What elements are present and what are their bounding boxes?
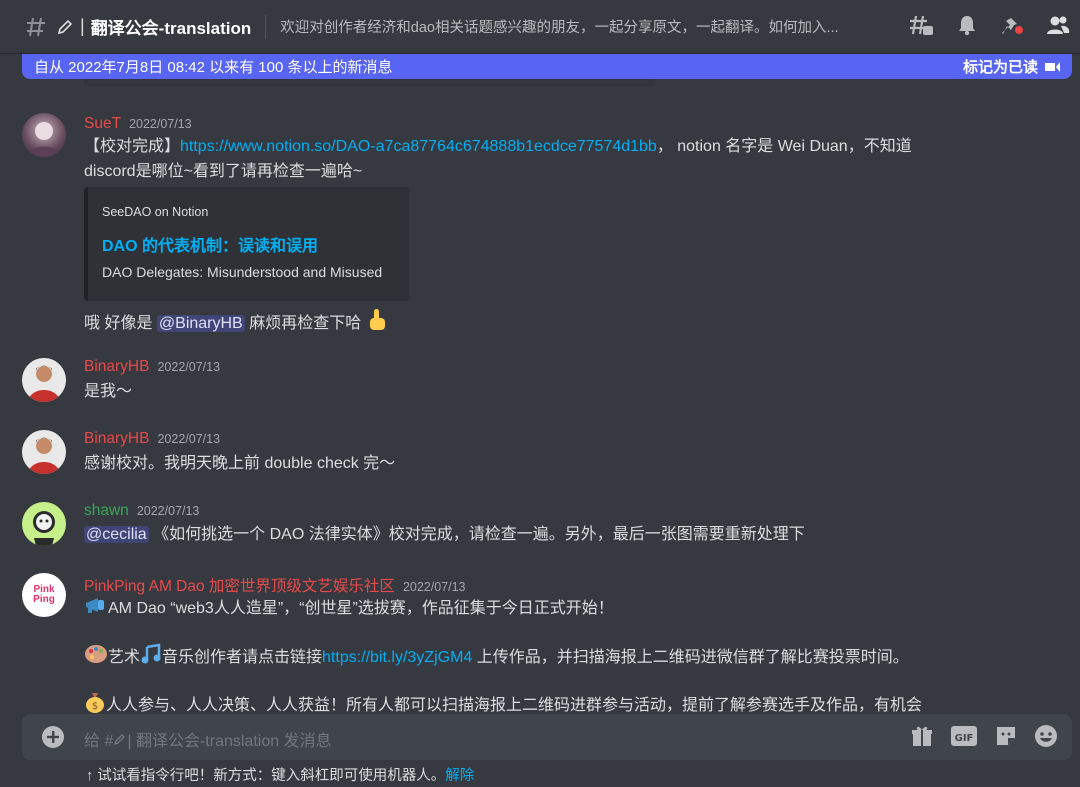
username[interactable]: BinaryHB xyxy=(84,430,149,447)
dismiss-link[interactable]: 解除 xyxy=(445,768,474,784)
message-composer[interactable]: 给 # | 翻译公会-translation 发消息 GIF xyxy=(22,714,1072,760)
member-list-icon[interactable] xyxy=(1046,14,1070,41)
message-text: 感谢校对。我明天晚上前 double check 完～ xyxy=(84,455,396,472)
avatar[interactable] xyxy=(22,358,66,402)
arrow-up-icon: ↑ xyxy=(86,768,94,784)
message-text: 上传作品，并扫描海报上二维码进微信群了解比赛投票时间。 xyxy=(472,649,909,667)
notion-link[interactable]: https://www.notion.so/DAO-a7ca87764c6748… xyxy=(180,138,657,155)
avatar-logo-text: Pink Ping xyxy=(33,584,55,605)
text-channel-icon xyxy=(24,15,48,39)
message-header: shawn 2022/07/13 xyxy=(84,502,199,520)
mark-read-icon xyxy=(1045,61,1060,72)
username[interactable]: PinkPing AM Dao 加密世界顶级文艺娱乐社区 xyxy=(84,578,395,595)
timestamp: 2022/07/13 xyxy=(402,580,466,594)
embed-title[interactable]: DAO 的代表机制：误读和误用 xyxy=(102,232,318,256)
channel-topic[interactable]: 欢迎对创作者经济和dao相关话题感兴趣的朋友，一起分享原文，一起翻译。如何加入.… xyxy=(280,16,880,37)
header-pipe: | xyxy=(80,16,85,36)
pointing-up-emoji-icon xyxy=(366,308,388,340)
svg-text:$: $ xyxy=(92,701,98,712)
link-embed: SeeDAO on Notion DAO 的代表机制：误读和误用 DAO Del… xyxy=(84,187,409,301)
username[interactable]: shawn xyxy=(84,502,129,519)
avatar[interactable] xyxy=(22,502,66,546)
timestamp: 2022/07/13 xyxy=(129,117,192,131)
message-text: 艺术 xyxy=(108,649,141,667)
add-attachment-icon[interactable] xyxy=(42,726,64,753)
sticker-icon[interactable] xyxy=(994,724,1018,753)
header-divider xyxy=(265,14,267,39)
message-header: PinkPing AM Dao 加密世界顶级文艺娱乐社区 2022/07/13 xyxy=(84,574,466,596)
message-text: 音乐创作者请点击链接 xyxy=(162,649,323,667)
new-messages-bar[interactable]: 自从 2022年7月8日 08:42 以来有 100 条以上的新消息 标记为已读 xyxy=(22,54,1072,79)
channel-name: 翻译公会-translation xyxy=(90,19,252,38)
new-messages-text: 自从 2022年7月8日 08:42 以来有 100 条以上的新消息 xyxy=(34,59,393,76)
message-content-line: 哦 好像是 @BinaryHB 麻烦再检查下哈 xyxy=(84,308,388,340)
user-mention[interactable]: @BinaryHB xyxy=(156,315,245,333)
message-text: 麻烦再检查下哈 xyxy=(249,315,362,333)
message-text: 人人参与、人人决策、人人获益！所有人都可以扫描海报上二维码进群参与活动，提前了解… xyxy=(106,697,923,715)
message-header: BinaryHB 2022/07/13 xyxy=(84,430,220,448)
notification-bell-icon[interactable] xyxy=(956,14,978,41)
username[interactable]: BinaryHB xyxy=(84,358,149,375)
message-header: SueT 2022/07/13 xyxy=(84,115,192,133)
username[interactable]: SueT xyxy=(84,115,121,132)
placeholder-text: 给 # xyxy=(84,733,114,750)
timestamp: 2022/07/13 xyxy=(157,360,221,374)
mark-as-read-button[interactable]: 标记为已读 xyxy=(963,56,1060,77)
message-content-line: AM Dao “web3人人造星”，“创世星”选拔赛，作品征集于今日正式开始！ xyxy=(84,595,614,623)
avatar[interactable] xyxy=(22,113,66,157)
avatar[interactable] xyxy=(22,430,66,474)
tip-text: 试试看指令行吧！新方式：键入斜杠即可使用机器人。 xyxy=(97,768,446,784)
header-toolbar xyxy=(908,0,1070,54)
pencil-icon xyxy=(56,18,74,36)
message-text: 【校对完成】 xyxy=(84,138,181,155)
message-input[interactable]: 给 # | 翻译公会-translation 发消息 xyxy=(84,727,332,751)
message-header: BinaryHB 2022/07/13 xyxy=(84,358,220,376)
composer-tools: GIF xyxy=(910,724,1058,753)
message-content-line: discord是哪位~看到了请再检查一遍哈~ xyxy=(84,163,363,180)
pencil-icon xyxy=(113,732,127,751)
bitly-link[interactable]: https://bit.ly/3yZjGM4 xyxy=(322,649,472,666)
svg-text:GIF: GIF xyxy=(955,733,974,744)
gift-icon[interactable] xyxy=(910,724,934,753)
channel-header: | 翻译公会-translation 欢迎对创作者经济和dao相关话题感兴趣的朋… xyxy=(0,0,1080,54)
palette-emoji-icon xyxy=(84,643,108,673)
placeholder-channel: | 翻译公会-translation 发消息 xyxy=(127,733,332,750)
message-content-line: 【校对完成】https://www.notion.so/DAO-a7ca8776… xyxy=(84,135,912,159)
gif-icon[interactable]: GIF xyxy=(950,725,978,752)
message-text: ， notion 名字是 Wei Duan，不知道 xyxy=(656,138,912,155)
timestamp: 2022/07/13 xyxy=(157,432,221,446)
message-text: 《如何挑选一个 DAO 法律实体》校对完成，请检查一遍。另外，最后一张图需要重新… xyxy=(153,526,805,543)
embed-description: DAO Delegates: Misunderstood and Misused xyxy=(102,264,383,280)
message-content-line: 艺术 音乐创作者请点击链接https://bit.ly/3yZjGM4 上传作品… xyxy=(84,643,909,673)
mark-as-read-label: 标记为已读 xyxy=(962,59,1038,76)
avatar[interactable]: Pink Ping xyxy=(22,573,66,617)
user-mention[interactable]: @cecilia xyxy=(84,526,149,543)
message-text: 哦 好像是 xyxy=(84,315,153,333)
embed-provider[interactable]: SeeDAO on Notion xyxy=(102,205,208,219)
message-content-line: @cecilia 《如何挑选一个 DAO 法律实体》校对完成，请检查一遍。另外，… xyxy=(84,523,805,547)
pinned-messages-icon[interactable] xyxy=(1000,13,1024,42)
emoji-picker-icon[interactable] xyxy=(1034,724,1058,753)
previous-embed-edge xyxy=(84,79,654,87)
message-text: 是我～ xyxy=(84,383,133,400)
timestamp: 2022/07/13 xyxy=(136,504,200,518)
threads-icon[interactable] xyxy=(908,13,934,42)
message-text: AM Dao “web3人人造星”，“创世星”选拔赛，作品征集于今日正式开始！ xyxy=(108,600,614,618)
music-note-emoji-icon xyxy=(140,643,162,673)
megaphone-emoji-icon xyxy=(84,595,108,623)
slash-command-tip: ↑ 试试看指令行吧！新方式：键入斜杠即可使用机器人。解除 xyxy=(86,764,474,785)
